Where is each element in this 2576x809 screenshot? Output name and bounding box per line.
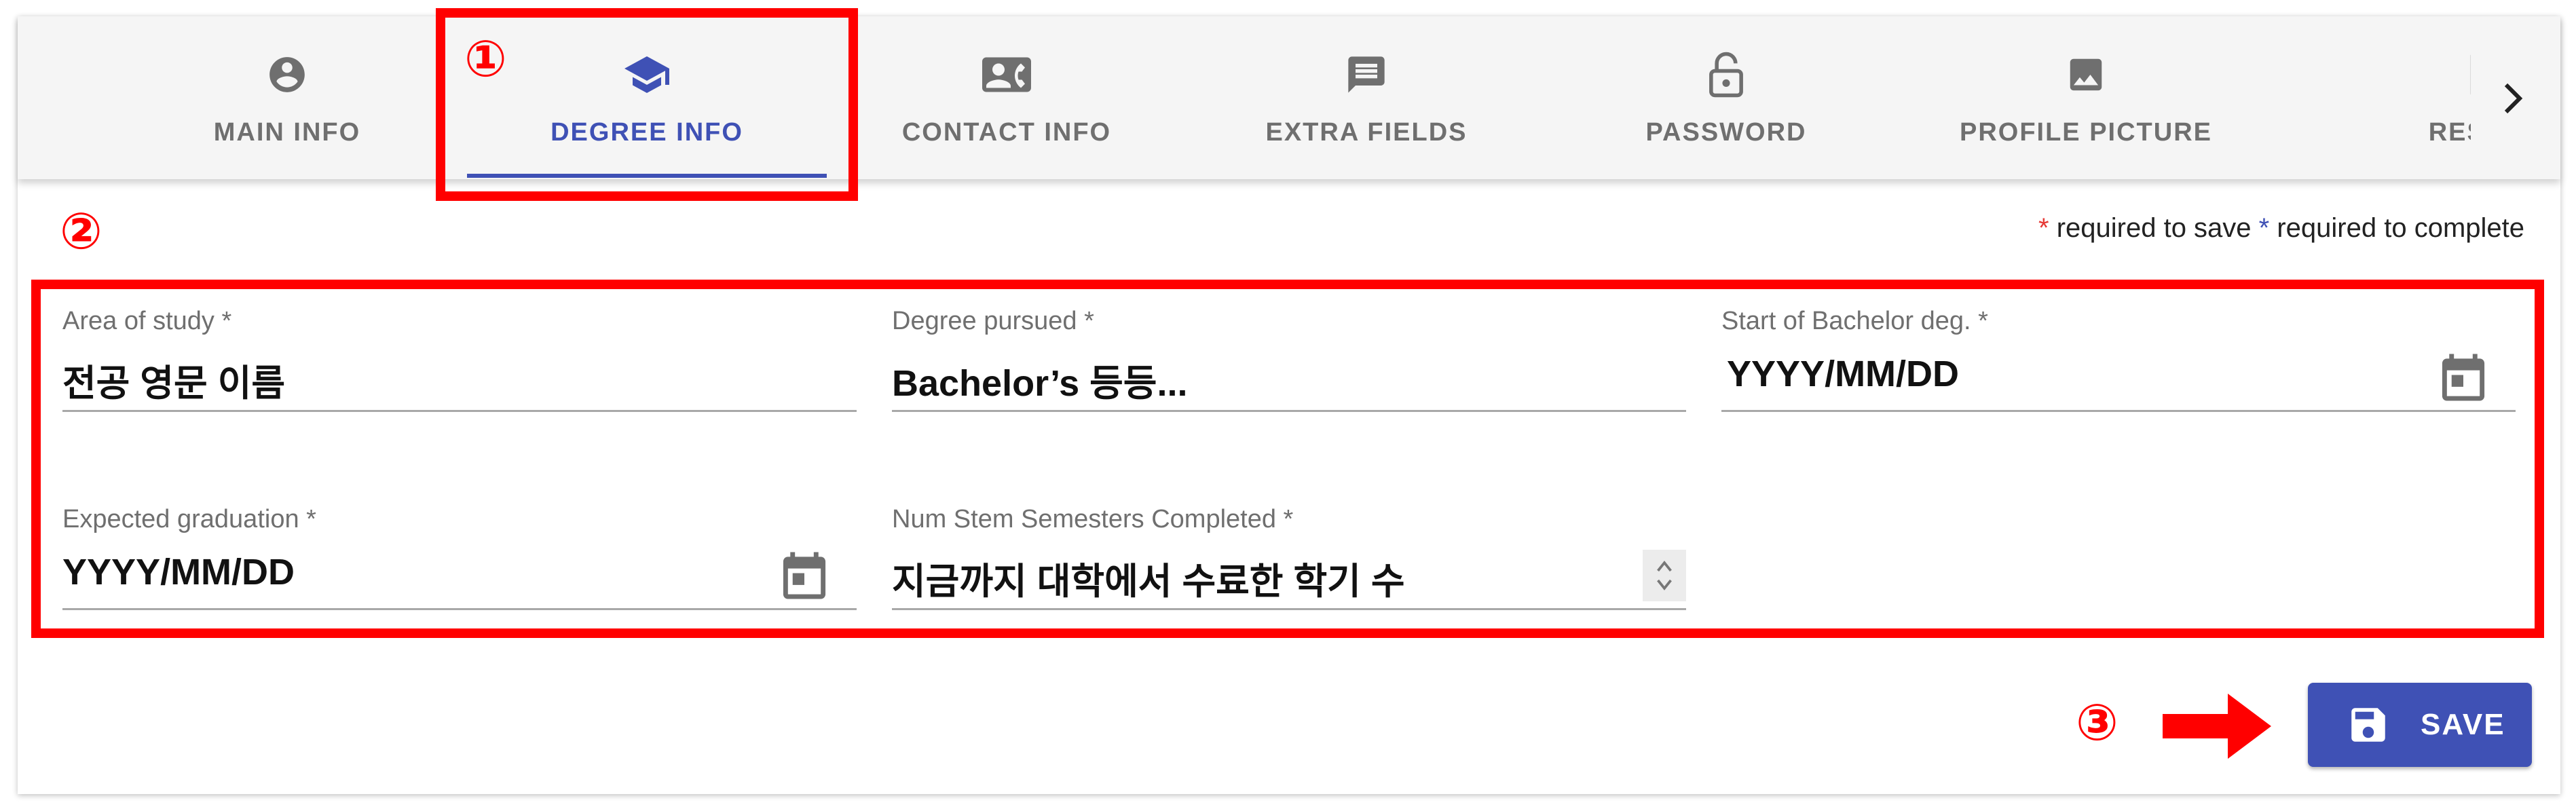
tab-label: PROFILE PICTURE xyxy=(1959,118,2213,147)
start-of-bachelor-field[interactable]: Start of Bachelor deg. * YYYY/MM/DD xyxy=(1721,307,2516,415)
contact-phone-icon xyxy=(982,50,1031,99)
tab-label: RESUME xyxy=(2428,118,2471,147)
tab-extra-fields[interactable]: EXTRA FIELDS xyxy=(1187,16,1546,179)
field-underline xyxy=(62,608,857,610)
required-complete-text: required to complete xyxy=(2269,213,2524,243)
image-icon xyxy=(2061,50,2110,99)
red-arrow-icon xyxy=(2163,694,2271,759)
save-button[interactable]: SAVE xyxy=(2308,683,2532,767)
tab-label: EXTRA FIELDS xyxy=(1265,118,1468,147)
floppy-disk-icon xyxy=(2346,702,2391,747)
area-of-study-label: Area of study * xyxy=(62,307,232,335)
tab-label: CONTACT INFO xyxy=(901,118,1112,147)
degree-pursued-field[interactable]: Degree pursued * Bachelor’s 등등... xyxy=(892,307,1686,415)
tab-main-info[interactable]: MAIN INFO xyxy=(107,16,467,179)
document-icon xyxy=(2463,50,2471,99)
required-complete-star: * xyxy=(2258,213,2270,243)
start-of-bachelor-value[interactable]: YYYY/MM/DD xyxy=(1727,353,1959,395)
annotation-marker-3: ③ xyxy=(2076,694,2118,752)
expected-graduation-value[interactable]: YYYY/MM/DD xyxy=(62,551,295,593)
lock-open-icon xyxy=(1702,50,1751,99)
field-underline xyxy=(1721,410,2516,412)
num-stem-semesters-field[interactable]: Num Stem Semesters Completed * 지금까지 대학에서… xyxy=(892,505,1686,614)
degree-pursued-label: Degree pursued * xyxy=(892,307,1094,335)
annotation-marker-2: ② xyxy=(60,202,102,261)
annotation-marker-1: ① xyxy=(464,30,507,88)
required-legend: * required to save * required to complet… xyxy=(2038,213,2524,244)
num-stem-semesters-label: Num Stem Semesters Completed * xyxy=(892,505,1294,533)
chevron-right-icon[interactable] xyxy=(2493,75,2533,122)
field-underline xyxy=(892,608,1686,610)
area-of-study-field[interactable]: Area of study * 전공 영문 이름 xyxy=(62,307,857,415)
tab-password[interactable]: PASSWORD xyxy=(1546,16,1906,179)
save-button-label: SAVE xyxy=(2421,708,2505,741)
expected-graduation-field[interactable]: Expected graduation * YYYY/MM/DD xyxy=(62,505,857,614)
expected-graduation-label: Expected graduation * xyxy=(62,505,316,533)
tab-profile-picture[interactable]: PROFILE PICTURE xyxy=(1906,16,2266,179)
account-circle-icon xyxy=(263,50,312,99)
required-save-star: * xyxy=(2038,213,2049,243)
field-underline xyxy=(892,410,1686,412)
tab-label: PASSWORD xyxy=(1645,118,1807,147)
stepper-icon[interactable] xyxy=(1643,550,1686,601)
page: MAIN INFO DEGREE INFO CONTACT INFO EXTRA… xyxy=(0,0,2576,809)
tab-contact-info[interactable]: CONTACT INFO xyxy=(827,16,1187,179)
num-stem-semesters-value[interactable]: 지금까지 대학에서 수료한 학기 수 xyxy=(892,551,1405,605)
calendar-icon[interactable] xyxy=(2440,352,2487,403)
field-underline xyxy=(62,410,857,412)
tab-overflow-clip: RESUME xyxy=(2328,16,2471,179)
area-of-study-value[interactable]: 전공 영문 이름 xyxy=(62,353,285,407)
start-of-bachelor-label: Start of Bachelor deg. * xyxy=(1721,307,1988,335)
tab-label: MAIN INFO xyxy=(213,118,361,147)
tab-resume[interactable]: RESUME xyxy=(2328,16,2471,179)
degree-pursued-value[interactable]: Bachelor’s 등등... xyxy=(892,353,1188,407)
required-save-text: required to save xyxy=(2049,213,2259,243)
message-icon xyxy=(1342,50,1391,99)
calendar-icon[interactable] xyxy=(781,550,828,601)
